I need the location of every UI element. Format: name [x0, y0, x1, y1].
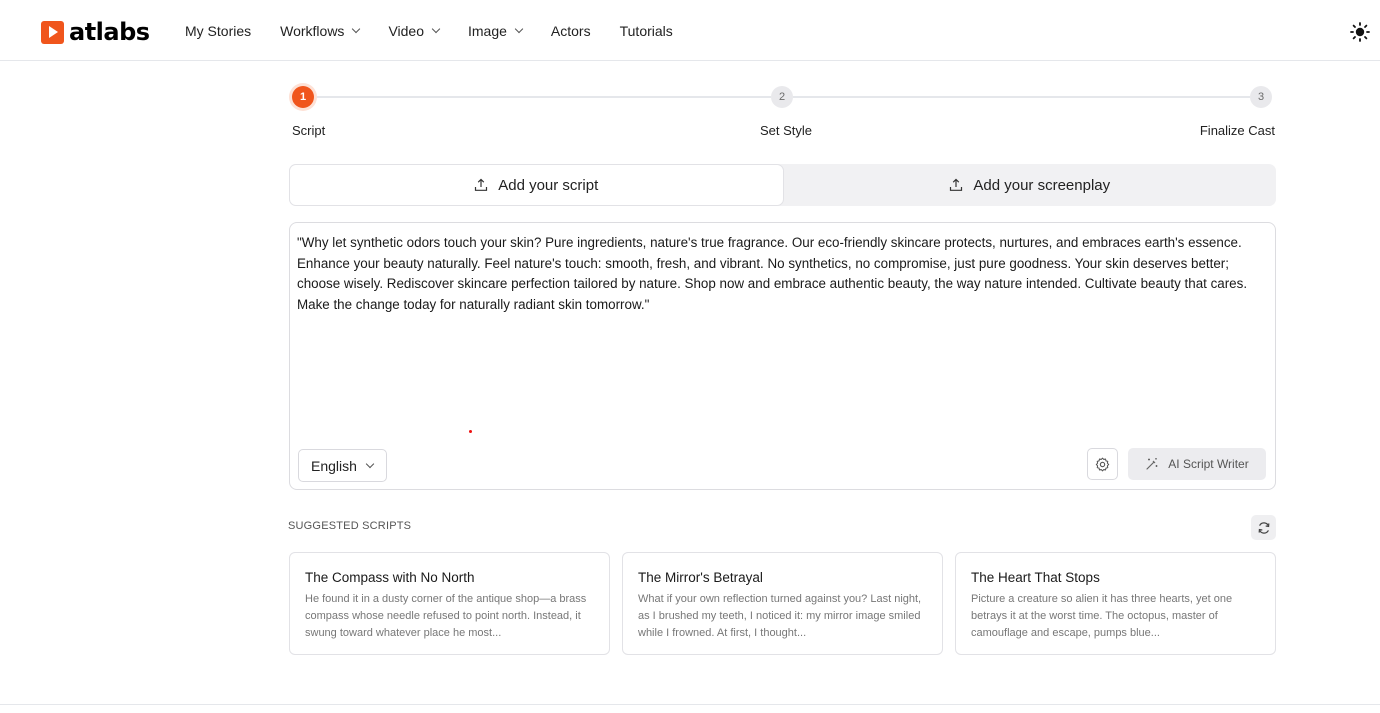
step-1-label: Script: [292, 123, 326, 138]
card-title: The Heart That Stops: [971, 570, 1100, 585]
nav-item-image[interactable]: Image: [468, 22, 524, 39]
upload-icon: [950, 178, 963, 191]
script-textarea[interactable]: "Why let synthetic odors touch your skin…: [297, 233, 1267, 315]
card-excerpt: Picture a creature so alien it has three…: [971, 593, 1233, 639]
input-mode-tabs: Add your script Add your screenplay: [289, 164, 1276, 206]
nav-item-label: Tutorials: [619, 22, 673, 39]
tab-label: Add your screenplay: [973, 176, 1111, 194]
ai-script-writer-label: AI Script Writer: [1168, 457, 1249, 471]
nav-item-label: Actors: [550, 22, 591, 39]
nav-item-tutorials[interactable]: Tutorials: [620, 23, 673, 39]
card-excerpt: What if your own reflection turned again…: [638, 593, 922, 639]
step-2-indicator[interactable]: 2: [771, 86, 793, 108]
language-value: English: [311, 457, 357, 474]
progress-stepper: 1 2 3 Script Set Style Finalize Cast: [289, 84, 1275, 140]
nav-item-label: Image: [468, 22, 507, 39]
chevron-down-icon: [365, 459, 375, 468]
nav-item-label: Workflows: [280, 22, 345, 39]
sun-icon[interactable]: [1350, 22, 1370, 42]
suggested-scripts-heading: SUGGESTED SCRIPTS: [288, 520, 412, 532]
nav-item-actors[interactable]: Actors: [551, 23, 591, 39]
tab-add-script[interactable]: Add your script: [289, 164, 784, 206]
cursor-marker: [469, 430, 472, 433]
nav-item-my-stories[interactable]: My Stories: [185, 23, 251, 39]
settings-button[interactable]: [1087, 448, 1118, 480]
nav-item-workflows[interactable]: Workflows: [280, 22, 361, 39]
script-editor: "Why let synthetic odors touch your skin…: [289, 222, 1276, 490]
nav-item-label: Video: [388, 22, 424, 39]
suggested-script-card[interactable]: The Compass with No North He found it in…: [289, 552, 610, 655]
step-connector: [311, 96, 771, 98]
nav-item-label: My Stories: [185, 22, 252, 39]
suggested-script-card[interactable]: The Mirror's Betrayal What if your own r…: [622, 552, 943, 655]
refresh-icon: [1258, 521, 1269, 534]
magic-wand-icon: [1146, 458, 1158, 470]
chevron-down-icon: [352, 24, 361, 33]
chevron-down-icon: [431, 24, 441, 33]
tab-add-screenplay[interactable]: Add your screenplay: [784, 164, 1277, 206]
logo-text: atlabs: [69, 18, 150, 46]
step-connector: [793, 96, 1250, 98]
card-excerpt: He found it in a dusty corner of the ant…: [305, 593, 587, 639]
step-2-label: Set Style: [760, 123, 813, 138]
refresh-suggestions-button[interactable]: [1251, 515, 1276, 540]
footer-divider: [0, 704, 1380, 705]
ai-script-writer-button[interactable]: AI Script Writer: [1128, 448, 1266, 480]
language-select[interactable]: English: [298, 449, 387, 482]
chevron-down-icon: [514, 24, 524, 33]
step-3-indicator[interactable]: 3: [1250, 86, 1272, 108]
main-nav: My Stories Workflows Video Image Actors …: [185, 0, 702, 61]
step-1-indicator[interactable]: 1: [292, 86, 314, 108]
tab-label: Add your script: [498, 176, 599, 194]
logo-play-icon: [41, 20, 64, 44]
top-navigation-bar: atlabs My Stories Workflows Video Image …: [0, 0, 1380, 61]
card-title: The Compass with No North: [305, 570, 475, 585]
step-3-label: Finalize Cast: [1199, 123, 1275, 138]
logo[interactable]: atlabs: [41, 20, 150, 44]
gear-icon: [1095, 457, 1110, 471]
upload-icon: [475, 178, 488, 191]
nav-item-video[interactable]: Video: [388, 22, 441, 39]
card-title: The Mirror's Betrayal: [638, 570, 763, 585]
suggested-script-card[interactable]: The Heart That Stops Picture a creature …: [955, 552, 1276, 655]
